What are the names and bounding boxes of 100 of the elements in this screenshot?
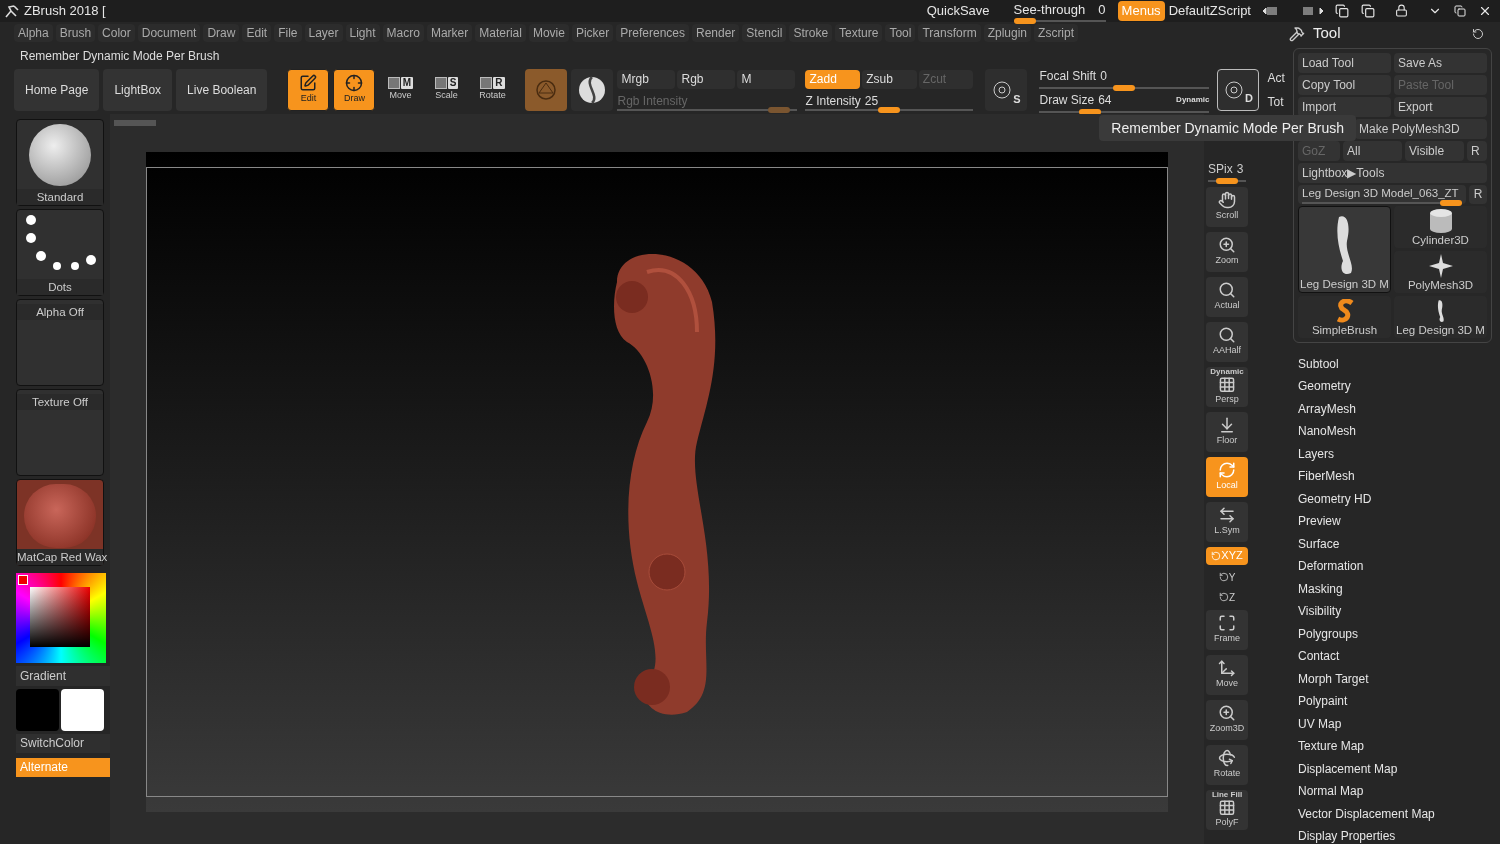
menu-item[interactable]: Marker bbox=[426, 24, 473, 42]
shelf-slot[interactable]: Alpha Off bbox=[16, 298, 104, 386]
subpalette-item[interactable]: Deformation bbox=[1298, 555, 1500, 578]
reset-icon[interactable] bbox=[1472, 27, 1484, 40]
menu-item[interactable]: Light bbox=[345, 24, 380, 42]
slider-thumb[interactable] bbox=[878, 106, 901, 113]
subpalette-item[interactable]: Masking bbox=[1298, 577, 1500, 600]
sphere-button[interactable] bbox=[571, 69, 614, 111]
menu-item[interactable]: File bbox=[274, 24, 302, 42]
tool-button[interactable]: Save As bbox=[1394, 52, 1487, 73]
subpalette-item[interactable]: Normal Map bbox=[1298, 780, 1500, 803]
view-button[interactable]: Frame bbox=[1206, 609, 1248, 650]
mode-button[interactable]: M Move bbox=[379, 69, 422, 111]
menu-item[interactable]: Layer bbox=[304, 24, 343, 42]
menu-item[interactable]: Tool bbox=[885, 24, 916, 42]
menu-item[interactable]: Preferences bbox=[616, 24, 689, 42]
menu-item[interactable]: Zscript bbox=[1034, 24, 1079, 42]
view-button[interactable]: Zoom bbox=[1206, 231, 1248, 272]
subpalette-item[interactable]: Texture Map bbox=[1298, 735, 1500, 758]
slider-thumb[interactable] bbox=[1216, 177, 1238, 184]
subpalette-item[interactable]: NanoMesh bbox=[1298, 420, 1500, 443]
mode-button[interactable]: R Rotate bbox=[471, 69, 514, 111]
menu-item[interactable]: Stencil bbox=[742, 24, 787, 42]
switch-color-button[interactable]: SwitchColor bbox=[16, 733, 110, 753]
view-button[interactable]: AAHalf bbox=[1206, 321, 1248, 362]
tool-button[interactable]: Export bbox=[1394, 96, 1487, 117]
subpalette-item[interactable]: Displacement Map bbox=[1298, 757, 1500, 780]
subpalette-item[interactable]: Geometry HD bbox=[1298, 487, 1500, 510]
view-button[interactable]: Scroll bbox=[1206, 186, 1248, 227]
channel-button[interactable]: Mrgb bbox=[617, 69, 676, 89]
channel-button[interactable]: Rgb bbox=[677, 69, 736, 89]
view-button[interactable]: Zoom3D bbox=[1206, 699, 1248, 740]
dynamic-size-button[interactable]: D bbox=[1217, 69, 1260, 111]
lightbox-tools-button[interactable]: Lightbox▶Tools bbox=[1298, 162, 1487, 183]
tool-button[interactable]: All bbox=[1343, 140, 1402, 161]
tool-button[interactable]: R bbox=[1469, 184, 1487, 204]
windows-icon[interactable] bbox=[1361, 3, 1375, 18]
lock-icon[interactable] bbox=[1395, 4, 1408, 18]
slider-thumb[interactable] bbox=[1440, 199, 1462, 206]
axis-button[interactable]: Y bbox=[1212, 569, 1242, 585]
scroll-thumb[interactable] bbox=[114, 119, 156, 126]
view-button[interactable]: Rotate bbox=[1206, 744, 1248, 785]
mode-button[interactable]: Edit bbox=[287, 69, 330, 111]
subpalette-item[interactable]: ArrayMesh bbox=[1298, 397, 1500, 420]
view-button[interactable]: Actual bbox=[1206, 276, 1248, 317]
primary-color-swatch[interactable] bbox=[16, 688, 59, 731]
menu-item[interactable]: Alpha bbox=[14, 24, 53, 42]
tool-button[interactable]: Visible bbox=[1405, 140, 1464, 161]
menu-item[interactable]: Macro bbox=[382, 24, 424, 42]
tool-thumbnail[interactable]: PolyMesh3D bbox=[1394, 250, 1487, 293]
menu-item[interactable]: Document bbox=[137, 24, 201, 42]
color-square[interactable] bbox=[30, 586, 90, 647]
subpalette-item[interactable]: Contact bbox=[1298, 645, 1500, 668]
subpalette-item[interactable]: Vector Displacement Map bbox=[1298, 802, 1500, 825]
tool-thumbnail[interactable]: SimpleBrush bbox=[1298, 295, 1391, 338]
view-button[interactable]: Floor bbox=[1206, 411, 1248, 452]
subpalette-item[interactable]: FiberMesh bbox=[1298, 465, 1500, 488]
view-button[interactable]: L.Sym bbox=[1206, 501, 1248, 542]
toolbar-button[interactable]: Home Page bbox=[14, 69, 100, 111]
menu-item[interactable]: Movie bbox=[528, 24, 569, 42]
subpalette-item[interactable]: Polygroups bbox=[1298, 622, 1500, 645]
slider-thumb[interactable] bbox=[1113, 85, 1136, 91]
tool-button[interactable]: Import bbox=[1298, 96, 1391, 117]
subpalette-item[interactable]: Visibility bbox=[1298, 600, 1500, 623]
menu-item[interactable]: Render bbox=[692, 24, 740, 42]
secondary-color-swatch[interactable] bbox=[61, 688, 104, 731]
tool-button[interactable]: Load Tool bbox=[1298, 52, 1391, 73]
menu-item[interactable]: Edit bbox=[242, 24, 272, 42]
menu-item[interactable]: Material bbox=[475, 24, 526, 42]
tool-button[interactable]: Copy Tool bbox=[1298, 74, 1391, 95]
subpalette-item[interactable]: Display Properties bbox=[1298, 825, 1500, 844]
menu-item[interactable]: Transform bbox=[918, 24, 981, 42]
mode-button[interactable]: S Scale bbox=[425, 69, 468, 111]
tool-thumbnail[interactable]: Cylinder3D bbox=[1394, 205, 1487, 248]
mode-button[interactable]: Draw bbox=[333, 69, 376, 111]
menu-item[interactable]: Texture bbox=[835, 24, 883, 42]
color-picker[interactable] bbox=[16, 572, 106, 663]
menu-item[interactable]: Picker bbox=[571, 24, 614, 42]
shelf-slot[interactable]: Dots bbox=[16, 208, 104, 296]
menu-item[interactable]: Zplugin bbox=[983, 24, 1032, 42]
windows-icon[interactable] bbox=[1335, 3, 1349, 18]
subpalette-item[interactable]: Surface bbox=[1298, 532, 1500, 555]
quicksave-button[interactable]: QuickSave bbox=[926, 1, 990, 21]
subpalette-item[interactable]: UV Map bbox=[1298, 712, 1500, 735]
subpalette-item[interactable]: Layers bbox=[1298, 442, 1500, 465]
tool-button[interactable]: R bbox=[1467, 140, 1487, 161]
toolbar-button[interactable]: LightBox bbox=[103, 69, 173, 111]
subpalette-item[interactable]: Preview bbox=[1298, 510, 1500, 533]
subpalette-item[interactable]: Morph Target bbox=[1298, 667, 1500, 690]
view-button[interactable]: Line Fill PolyF bbox=[1206, 789, 1248, 830]
view-button[interactable]: Dynamic Persp bbox=[1206, 366, 1248, 407]
tool-thumbnail[interactable]: Leg Design 3D M bbox=[1298, 205, 1391, 293]
shelf-slot[interactable]: Texture Off bbox=[16, 388, 104, 476]
subpalette-item[interactable]: Polypaint bbox=[1298, 690, 1500, 713]
axis-button[interactable]: Z bbox=[1212, 589, 1242, 605]
menu-item[interactable]: Stroke bbox=[789, 24, 833, 42]
sculpt-mode-button[interactable]: Zsub bbox=[862, 69, 917, 89]
brush-scale-button[interactable]: S bbox=[985, 69, 1028, 111]
gradient-label[interactable]: Gradient bbox=[16, 665, 110, 686]
view-button[interactable]: Move bbox=[1206, 654, 1248, 695]
